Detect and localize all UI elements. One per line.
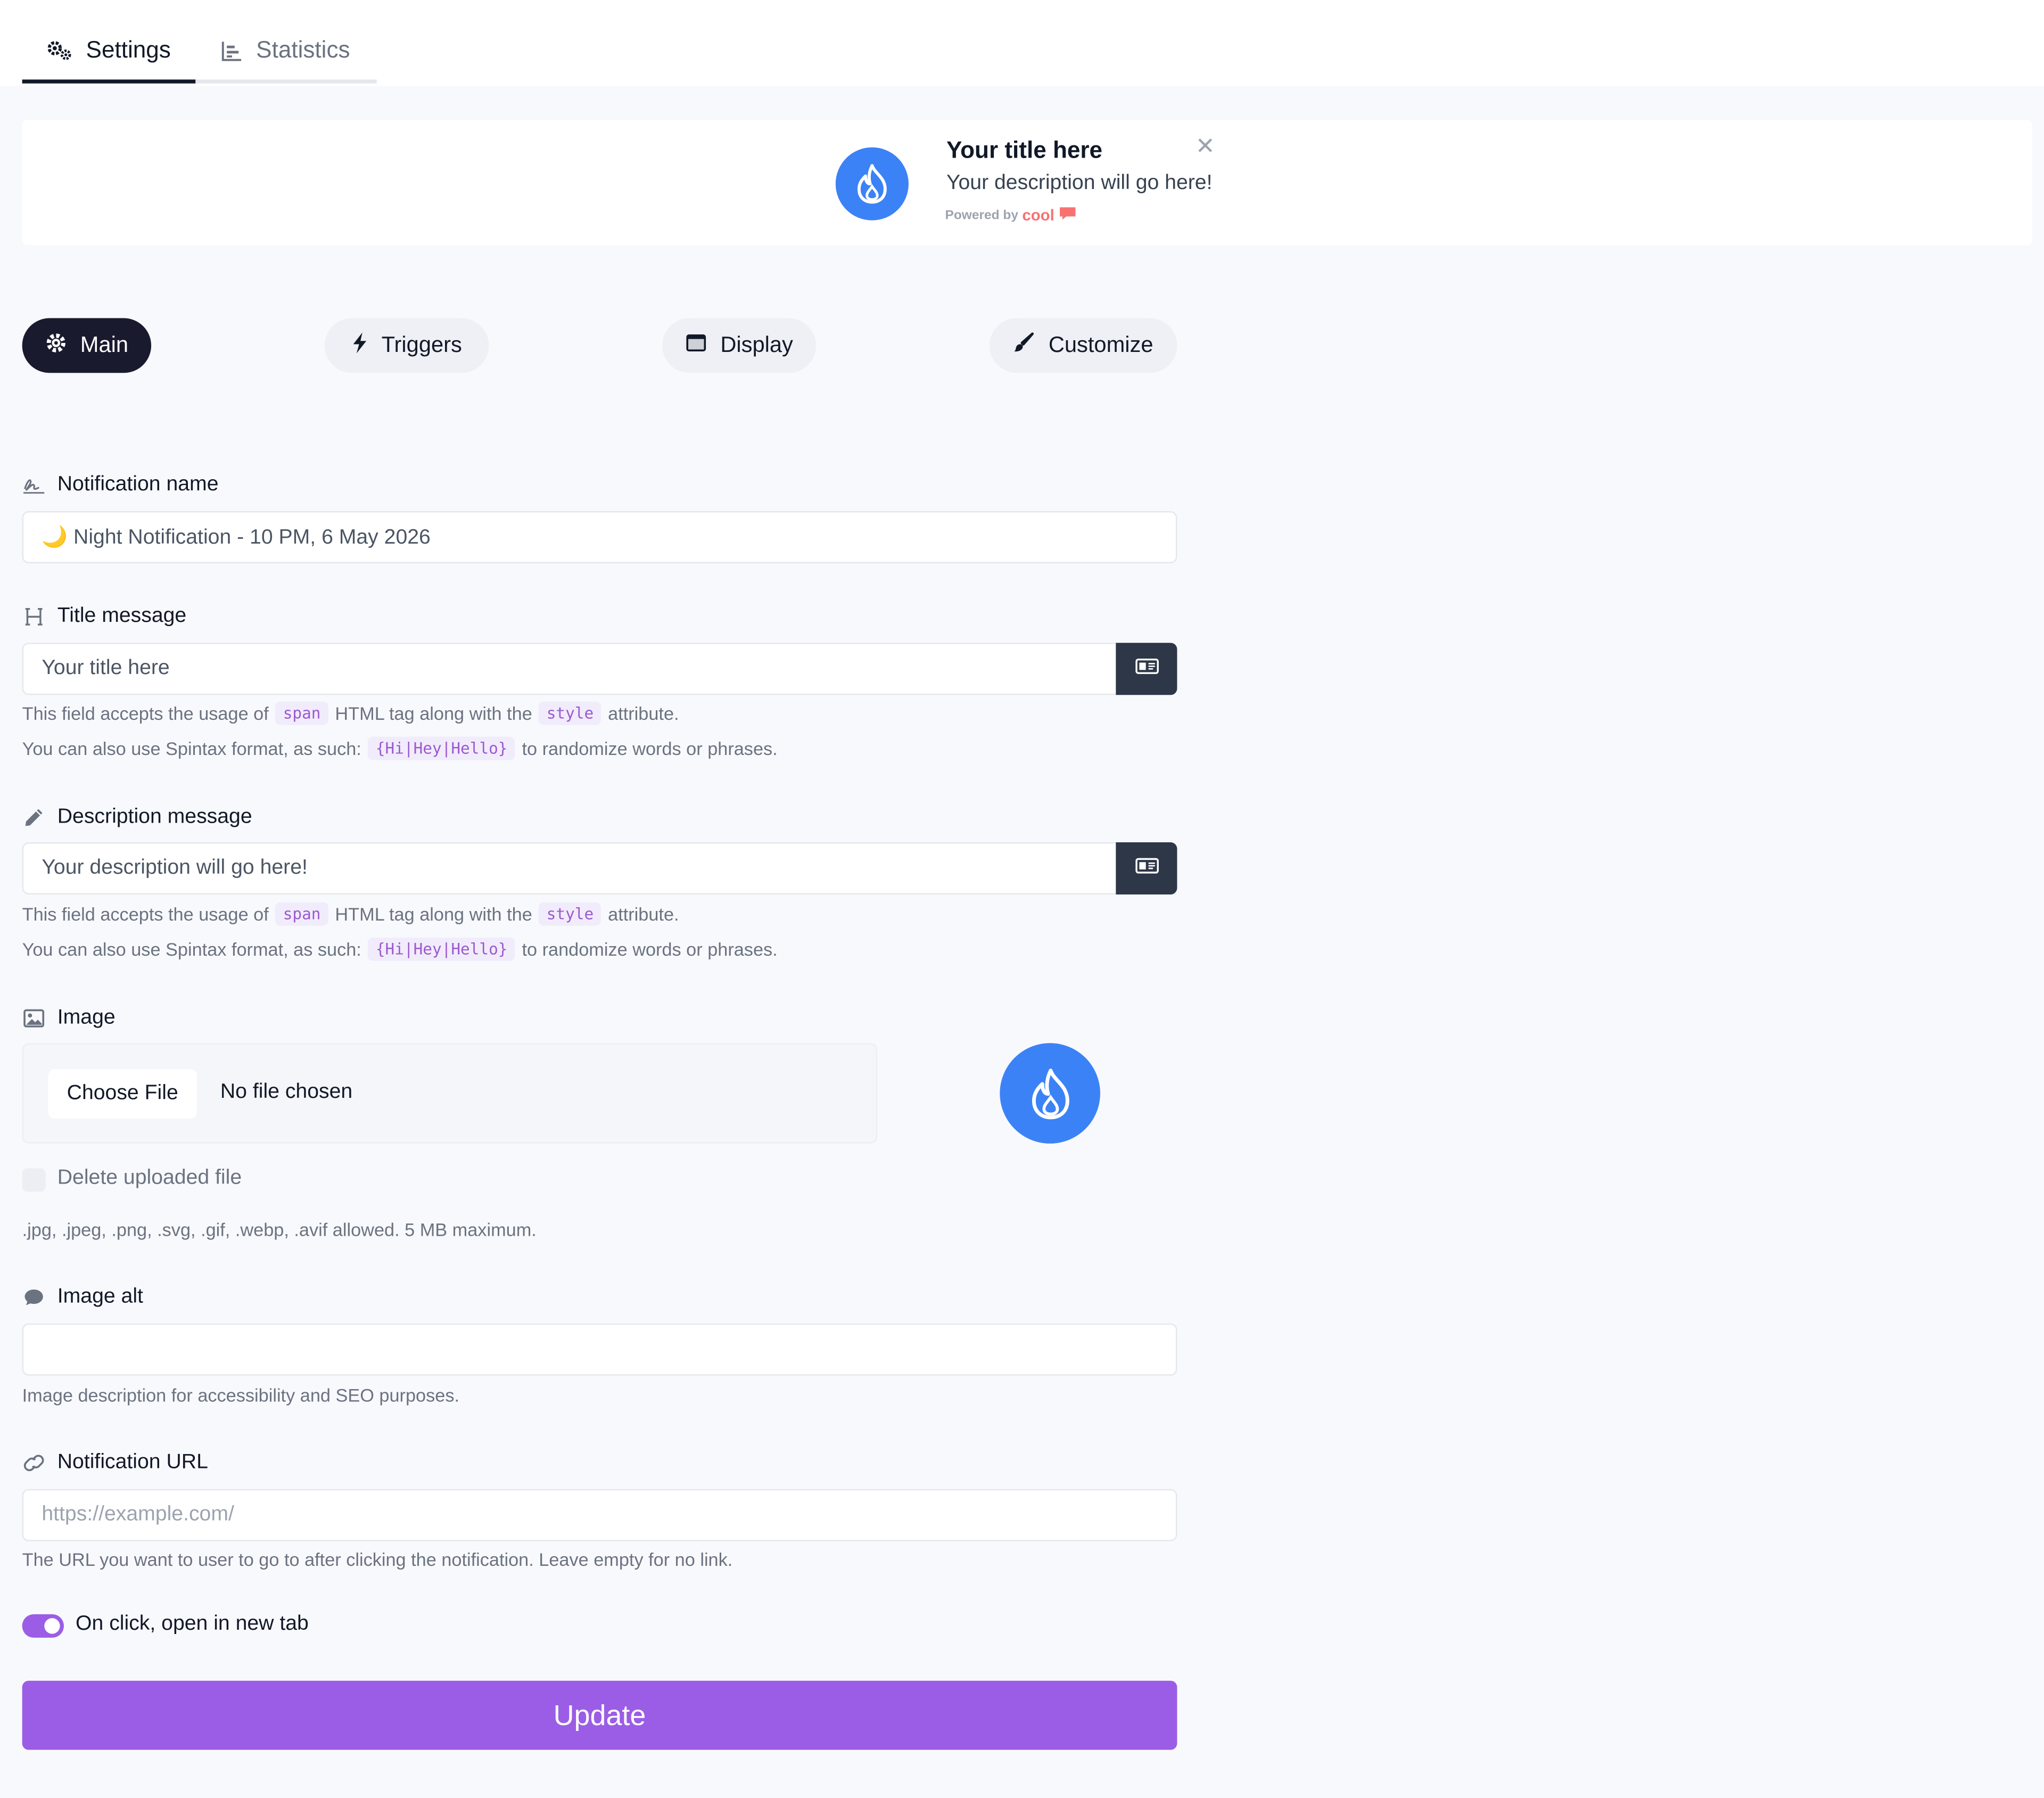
code-spintax: {Hi|Hey|Hello} [368, 937, 516, 961]
tab-display[interactable]: Display [662, 318, 817, 373]
chat-bubble-icon [1058, 206, 1076, 224]
delete-file-label[interactable]: Delete uploaded file [57, 1167, 242, 1191]
fire-icon [1000, 1043, 1100, 1144]
image-icon [22, 1009, 46, 1028]
powered-by[interactable]: Powered by cool [945, 206, 1077, 224]
preview-close-icon[interactable]: ✕ [1196, 133, 1215, 160]
gear-icon [45, 332, 66, 359]
description-help-text: to randomize words or phrases. [522, 939, 778, 960]
tab-settings[interactable]: Settings [22, 21, 196, 84]
code-style: style [539, 701, 601, 725]
title-help-text: HTML tag along with the [335, 703, 532, 724]
comment-icon [22, 1288, 46, 1307]
delete-file-checkbox[interactable] [22, 1168, 46, 1192]
tab-main-label: Main [80, 332, 129, 358]
image-label: Image [22, 1007, 116, 1030]
tab-main[interactable]: Main [22, 318, 152, 373]
title-help-line-2: You can also use Spintax format, as such… [22, 736, 778, 760]
preview-title: Your title here [946, 137, 1103, 163]
id-card-icon [1135, 857, 1158, 880]
description-help-text: You can also use Spintax format, as such… [22, 939, 361, 960]
update-button[interactable]: Update [22, 1680, 1177, 1750]
tab-statistics[interactable]: Statistics [195, 21, 377, 84]
tab-customize[interactable]: Customize [989, 318, 1177, 373]
title-help-text: to randomize words or phrases. [522, 738, 778, 759]
description-help-text: This field accepts the usage of [22, 904, 269, 925]
notification-url-placeholder: https://example.com/ [42, 1503, 234, 1526]
tab-triggers-label: Triggers [381, 332, 462, 358]
description-message-label-text: Description message [57, 806, 252, 828]
bolt-icon [351, 332, 367, 359]
description-message-label: Description message [22, 806, 252, 829]
image-alt-help: Image description for accessibility and … [22, 1384, 459, 1406]
notification-name-label: Notification name [22, 473, 219, 497]
code-style: style [539, 902, 601, 926]
description-help-text: attribute. [608, 904, 679, 925]
notification-name-label-text: Notification name [57, 473, 219, 496]
brush-icon [1013, 332, 1034, 359]
bar-chart-icon [222, 40, 243, 61]
file-input[interactable]: Choose File No file chosen [22, 1043, 878, 1144]
link-icon [22, 1454, 46, 1472]
title-spintax-button[interactable] [1116, 643, 1177, 695]
file-status: No file chosen [220, 1081, 353, 1103]
window-icon [685, 332, 706, 358]
description-message-input[interactable]: Your description will go here! [22, 842, 1117, 895]
open-new-tab-label[interactable]: On click, open in new tab [76, 1613, 309, 1636]
title-help-text: This field accepts the usage of [22, 703, 269, 724]
image-allowed-note: .jpg, .jpeg, .png, .svg, .gif, .webp, .a… [22, 1219, 537, 1240]
tab-triggers[interactable]: Triggers [324, 318, 489, 373]
tab-customize-label: Customize [1048, 332, 1153, 358]
powered-by-brand: cool [1022, 206, 1054, 225]
notification-name-value: 🌙 Night Notification - 10 PM, 6 May 2026 [42, 527, 431, 549]
image-alt-label-text: Image alt [57, 1285, 143, 1308]
title-help-text: attribute. [608, 703, 679, 724]
description-help-line-1: This field accepts the usage of span HTM… [22, 902, 679, 926]
page: Settings Statistics Your title here Your… [0, 0, 2044, 1798]
title-help-text: You can also use Spintax format, as such… [22, 738, 361, 759]
top-tab-bar: Settings Statistics [0, 0, 2044, 86]
tab-display-label: Display [720, 332, 793, 358]
title-message-label: Title message [22, 605, 187, 628]
choose-file-button[interactable]: Choose File [48, 1069, 197, 1119]
code-span: span [275, 701, 329, 725]
gears-icon [47, 40, 73, 61]
open-new-tab-toggle[interactable] [22, 1614, 64, 1638]
description-help-line-2: You can also use Spintax format, as such… [22, 937, 778, 961]
signature-icon [22, 476, 46, 494]
notification-preview: Your title here Your description will go… [22, 120, 2032, 245]
fire-icon [835, 147, 909, 220]
image-label-text: Image [57, 1006, 116, 1029]
description-help-text: HTML tag along with the [335, 904, 532, 925]
notification-url-help: The URL you want to user to go to after … [22, 1549, 733, 1570]
tab-statistics-label: Statistics [256, 36, 350, 63]
image-alt-label: Image alt [22, 1286, 143, 1309]
notification-url-label-text: Notification URL [57, 1451, 208, 1474]
title-help-line-1: This field accepts the usage of span HTM… [22, 701, 679, 725]
description-spintax-button[interactable] [1116, 842, 1177, 895]
code-span: span [275, 902, 329, 926]
preview-description: Your description will go here! [946, 172, 1213, 194]
notification-name-input[interactable]: 🌙 Night Notification - 10 PM, 6 May 2026 [22, 511, 1177, 563]
notification-url-label: Notification URL [22, 1451, 208, 1475]
tab-settings-label: Settings [86, 36, 171, 63]
heading-icon [22, 607, 46, 626]
description-message-value: Your description will go here! [42, 856, 308, 879]
pen-icon [22, 807, 46, 828]
title-message-input[interactable]: Your title here [22, 643, 1117, 695]
id-card-icon [1135, 657, 1158, 680]
title-message-label-text: Title message [57, 605, 187, 627]
image-alt-input[interactable] [22, 1323, 1177, 1376]
title-message-value: Your title here [42, 657, 170, 679]
code-spintax: {Hi|Hey|Hello} [368, 736, 516, 760]
toggle-knob [44, 1618, 60, 1634]
powered-by-prefix: Powered by [945, 208, 1018, 223]
notification-url-input[interactable]: https://example.com/ [22, 1489, 1177, 1541]
